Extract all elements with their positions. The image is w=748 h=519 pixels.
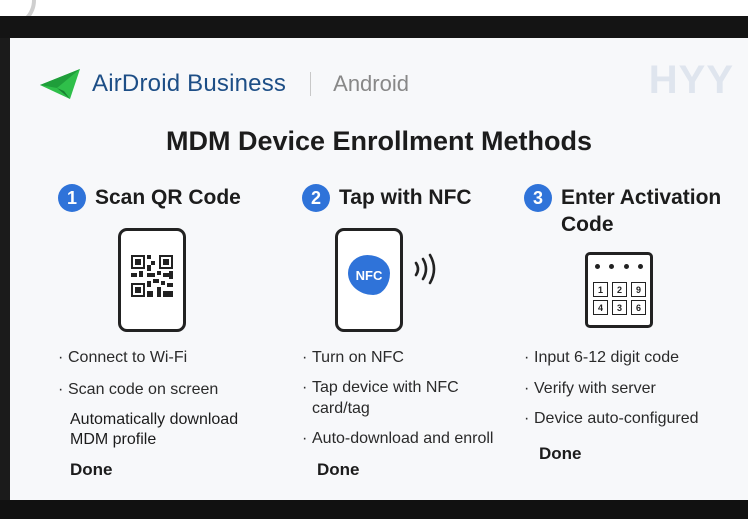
method-header: 3 Enter Activation Code — [524, 184, 748, 238]
done-label: Done — [70, 460, 113, 479]
step-text: Auto-download and enroll — [312, 430, 494, 447]
keypad-key: 2 — [612, 282, 627, 297]
list-item: · Scan code on screen — [58, 381, 219, 398]
step-number-badge: 3 — [524, 184, 552, 212]
qr-code-icon — [131, 255, 173, 297]
note-line: MDM profile — [70, 431, 157, 448]
step-text: Device auto-configured — [534, 410, 699, 427]
method-title: Tap with NFC — [339, 186, 472, 209]
list-item: · Turn on NFC — [302, 349, 404, 366]
code-dots — [595, 264, 643, 269]
step-text: Connect to Wi-Fi — [68, 349, 188, 366]
step-text: Scan code on screen — [68, 381, 219, 398]
list-item: · Tap device with NFC — [302, 379, 459, 396]
top-dark-band — [0, 16, 748, 38]
done-label: Done — [317, 460, 360, 479]
step-text: card/tag — [312, 400, 370, 417]
page-title: MDM Device Enrollment Methods — [165, 126, 593, 156]
keypad-icon: 1 2 9 4 3 6 — [585, 252, 653, 328]
keypad-key: 4 — [593, 300, 608, 315]
header-divider — [310, 72, 312, 96]
nfc-phone-icon: NFC — [335, 228, 403, 332]
note-line: Automatically download — [70, 411, 239, 428]
method-title: Enter Activation Code — [561, 184, 721, 238]
step-text: Turn on NFC — [312, 349, 404, 366]
header: AirDroid Business Android — [38, 66, 409, 102]
platform-label: Android — [333, 71, 409, 96]
method-header: 2 Tap with NFC — [302, 184, 532, 212]
list-item: · Connect to Wi-Fi — [58, 349, 188, 366]
step-text: Input 6-12 digit code — [534, 349, 679, 366]
keypad-keys: 1 2 9 4 3 6 — [593, 282, 646, 315]
method-title: Scan QR Code — [95, 186, 241, 209]
bottom-dark-band — [0, 500, 748, 519]
list-item: · Input 6-12 digit code — [524, 349, 679, 366]
nfc-badge: NFC — [348, 255, 390, 295]
keypad-key: 1 — [593, 282, 608, 297]
infographic-card: AirDroid Business Android HYY MDM Device… — [10, 38, 748, 500]
brand-name: AirDroid Business — [92, 70, 287, 97]
title-line: Code — [561, 213, 614, 236]
keypad-key: 6 — [631, 300, 646, 315]
list-item: · Verify with server — [524, 380, 656, 397]
watermark: HYY — [648, 58, 734, 102]
method-header: 1 Scan QR Code — [58, 184, 288, 212]
qr-phone-icon — [118, 228, 186, 332]
keypad-key: 9 — [631, 282, 646, 297]
method-note: Automatically download MDM profile — [70, 410, 238, 450]
method-activation-code: 3 Enter Activation Code — [524, 184, 748, 238]
step-text: Verify with server — [534, 380, 656, 397]
step-text: Tap device with NFC — [312, 379, 459, 396]
list-item: · Device auto-configured — [524, 410, 699, 427]
step-number-badge: 1 — [58, 184, 86, 212]
method-qr: 1 Scan QR Code — [58, 184, 288, 212]
list-item: · Auto-download and enroll — [302, 430, 494, 447]
airdroid-logo-icon — [40, 69, 80, 99]
top-white-strip — [0, 0, 748, 16]
keypad-key: 3 — [612, 300, 627, 315]
wireless-signal-icon — [414, 253, 436, 285]
list-item-continued: card/tag — [312, 399, 370, 418]
title-line: Enter Activation — [561, 186, 722, 209]
method-nfc: 2 Tap with NFC — [302, 184, 532, 212]
done-label: Done — [539, 444, 582, 463]
step-number-badge: 2 — [302, 184, 330, 212]
